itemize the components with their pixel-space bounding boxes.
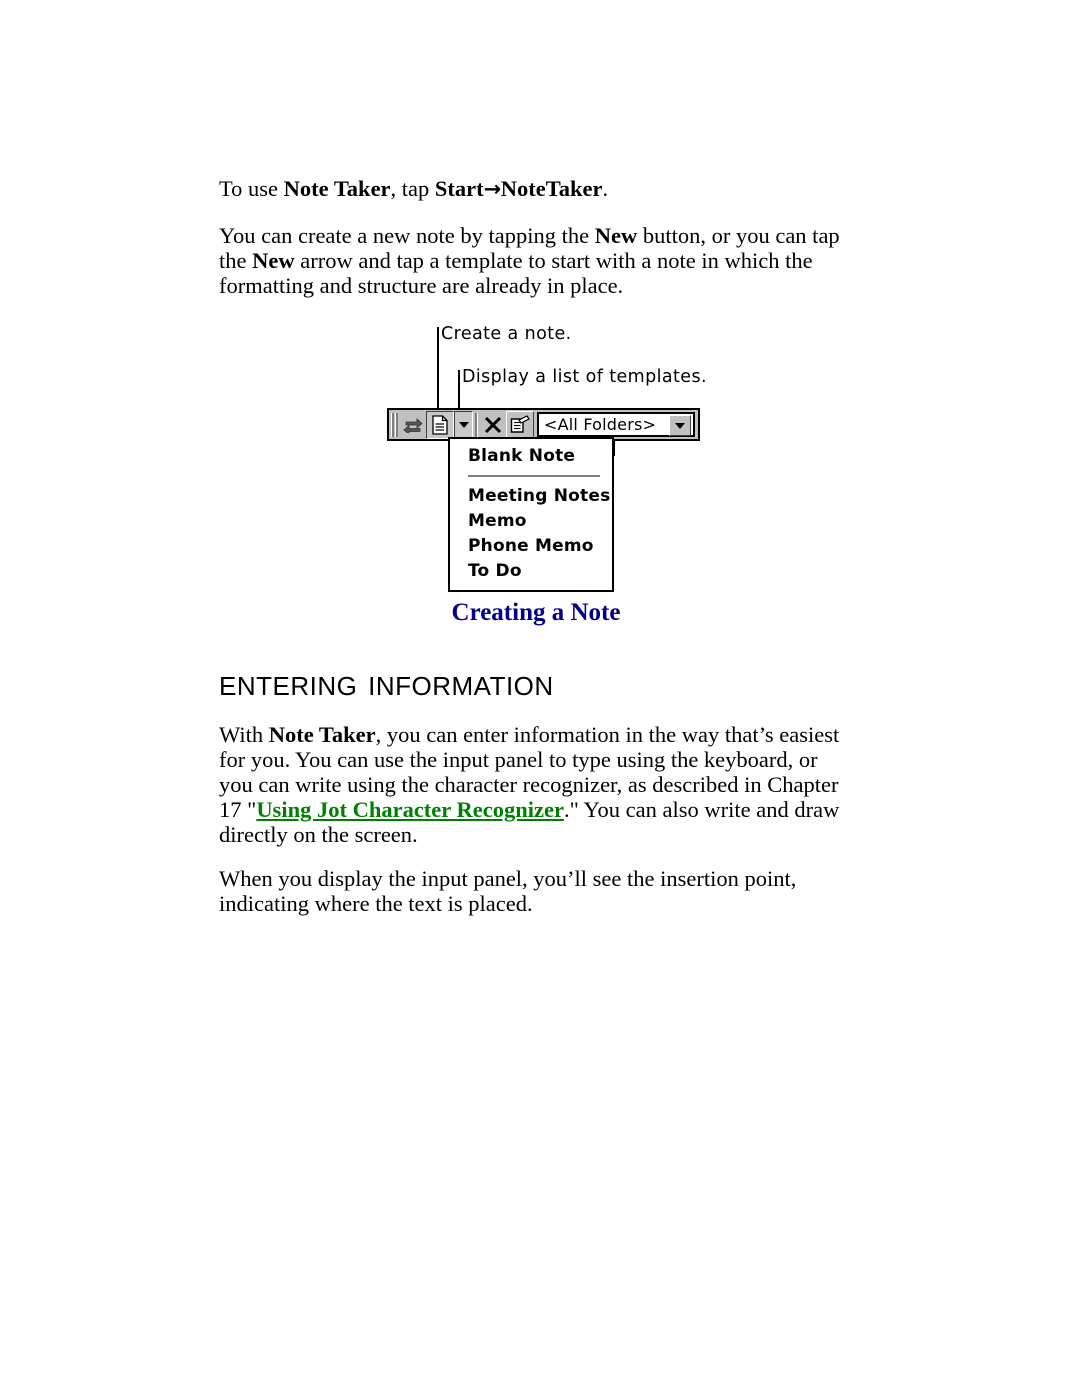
paragraph-new-note-text: You can create a new note by tapping the… bbox=[219, 223, 853, 298]
new-arrow-label: New bbox=[252, 248, 295, 273]
new-button-label: New bbox=[594, 223, 638, 248]
leader-line-display-templates bbox=[458, 370, 460, 409]
paragraph-new-note: You can create a new note by tapping the… bbox=[219, 223, 853, 298]
toolbar-separator bbox=[475, 412, 478, 437]
section-heading-entering-information: Entering Information bbox=[219, 662, 554, 703]
intro-instruction: To use Note Taker, tap Start→NoteTaker. bbox=[219, 176, 853, 202]
menu-item-memo[interactable]: Memo bbox=[450, 509, 612, 534]
chevron-down-icon bbox=[458, 421, 469, 428]
intro-prefix: To use bbox=[219, 176, 284, 201]
sync-arrows-icon[interactable] bbox=[400, 411, 426, 438]
menu-item-phone-memo[interactable]: Phone Memo bbox=[450, 534, 612, 559]
intro-middle: , tap bbox=[390, 176, 435, 201]
toolbar-grip-handle[interactable] bbox=[391, 412, 398, 437]
callout-display-templates: Display a list of templates. bbox=[462, 367, 707, 387]
new-note-dropdown-arrow-button[interactable] bbox=[454, 410, 473, 439]
callout-create-a-note: Create a note. bbox=[441, 324, 572, 344]
menu-item-to-do[interactable]: To Do bbox=[450, 559, 612, 584]
chevron-down-icon bbox=[675, 422, 685, 429]
folder-filter-combobox[interactable]: <All Folders> bbox=[537, 412, 695, 437]
app-name: Note Taker bbox=[268, 722, 376, 747]
intro-suffix: . bbox=[602, 176, 609, 201]
arrow-right-icon: → bbox=[483, 177, 502, 201]
figure-caption: Creating a Note bbox=[451, 599, 621, 626]
menu-separator bbox=[468, 475, 600, 477]
paragraph-entering-information: With Note Taker, you can enter informati… bbox=[219, 722, 853, 847]
new-note-button[interactable] bbox=[426, 410, 454, 439]
entering-part1: With bbox=[219, 722, 269, 747]
document-page: To use Note Taker, tap Start→NoteTaker. … bbox=[0, 0, 1080, 1397]
new-note-template-menu: Blank Note Meeting Notes Memo Phone Memo… bbox=[448, 437, 614, 592]
delete-note-button[interactable] bbox=[480, 411, 506, 438]
folder-filter-dropdown-arrow[interactable] bbox=[669, 415, 691, 436]
menu-item-meeting-notes[interactable]: Meeting Notes bbox=[450, 484, 612, 509]
chapter-link-using-jot-character-recognizer[interactable]: Using Jot Character Recognizer bbox=[256, 797, 564, 822]
menu-path-end: NoteTaker bbox=[500, 176, 603, 201]
paragraph-input-panel: When you display the input panel, you’ll… bbox=[219, 866, 853, 916]
new-note-part1: You can create a new note by tapping the bbox=[219, 223, 595, 248]
leader-line-create-a-note bbox=[437, 327, 439, 409]
folder-filter-value: <All Folders> bbox=[544, 415, 657, 434]
menu-path-start: Start bbox=[434, 176, 484, 201]
paragraph-input-panel-text: When you display the input panel, you’ll… bbox=[219, 866, 797, 916]
new-note-part3: arrow and tap a template to start with a… bbox=[219, 248, 813, 298]
paragraph-entering-text: With Note Taker, you can enter informati… bbox=[219, 722, 853, 847]
app-name: Note Taker bbox=[283, 176, 391, 201]
intro-paragraph: To use Note Taker, tap Start→NoteTaker. bbox=[219, 176, 853, 202]
properties-button[interactable] bbox=[506, 410, 534, 439]
menu-item-blank-note[interactable]: Blank Note bbox=[450, 444, 612, 469]
